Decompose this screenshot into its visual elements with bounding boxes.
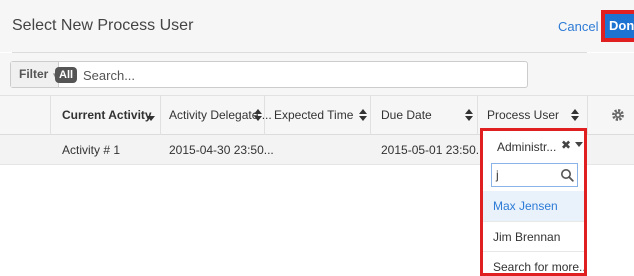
chevron-down-icon[interactable] (575, 142, 583, 147)
dialog-header: Select New Process User Cancel Done (0, 0, 634, 52)
all-filter-pill[interactable]: All (55, 67, 78, 83)
column-header-expected-time[interactable]: Expected Time (274, 96, 353, 134)
done-button[interactable]: Done (605, 14, 634, 38)
column-divider (587, 95, 588, 135)
column-divider (50, 95, 51, 135)
search-for-more-option[interactable]: Search for more... (483, 251, 584, 276)
cancel-button[interactable]: Cancel (558, 19, 598, 34)
search-icon (561, 169, 574, 182)
close-icon[interactable]: ✖ (561, 138, 571, 152)
column-divider (370, 95, 371, 135)
gear-icon[interactable] (611, 108, 625, 122)
dialog-title: Select New Process User (12, 17, 194, 34)
due-date-cell: 2015-05-01 23:50... (381, 143, 486, 157)
filter-dropdown-button[interactable]: Filter▼ (11, 62, 59, 87)
column-divider (477, 95, 478, 135)
filter-search-box: Filter▼ All (10, 61, 528, 88)
done-button-highlight[interactable]: Done (601, 10, 634, 42)
process-user-search-value: j (496, 168, 499, 182)
column-divider (264, 95, 265, 135)
current-activity-cell: Activity # 1 (62, 143, 121, 157)
column-header-due-date[interactable]: Due Date (381, 96, 432, 134)
filter-label: Filter (19, 67, 49, 81)
process-user-search-field[interactable]: j (491, 163, 578, 187)
sort-desc-icon[interactable] (146, 96, 156, 134)
activity-delegate-cell: 2015-04-30 23:50... (169, 143, 274, 157)
column-divider (160, 95, 161, 135)
process-user-value: Administr... (497, 140, 557, 154)
sort-icon[interactable] (358, 96, 368, 134)
filter-bar: Filter▼ All (0, 53, 634, 95)
process-user-dropdown: Administr... ✖ j Max Jensen Jim Brennan … (480, 128, 587, 276)
sort-icon[interactable] (253, 96, 263, 134)
user-option-max-jensen[interactable]: Max Jensen (483, 191, 584, 221)
search-input[interactable] (83, 65, 503, 85)
process-user-select[interactable]: Administr... ✖ (487, 135, 583, 159)
sort-icon[interactable] (464, 96, 474, 134)
user-option-jim-brennan[interactable]: Jim Brennan (483, 221, 584, 251)
column-header-current-activity[interactable]: Current Activity (62, 96, 152, 134)
